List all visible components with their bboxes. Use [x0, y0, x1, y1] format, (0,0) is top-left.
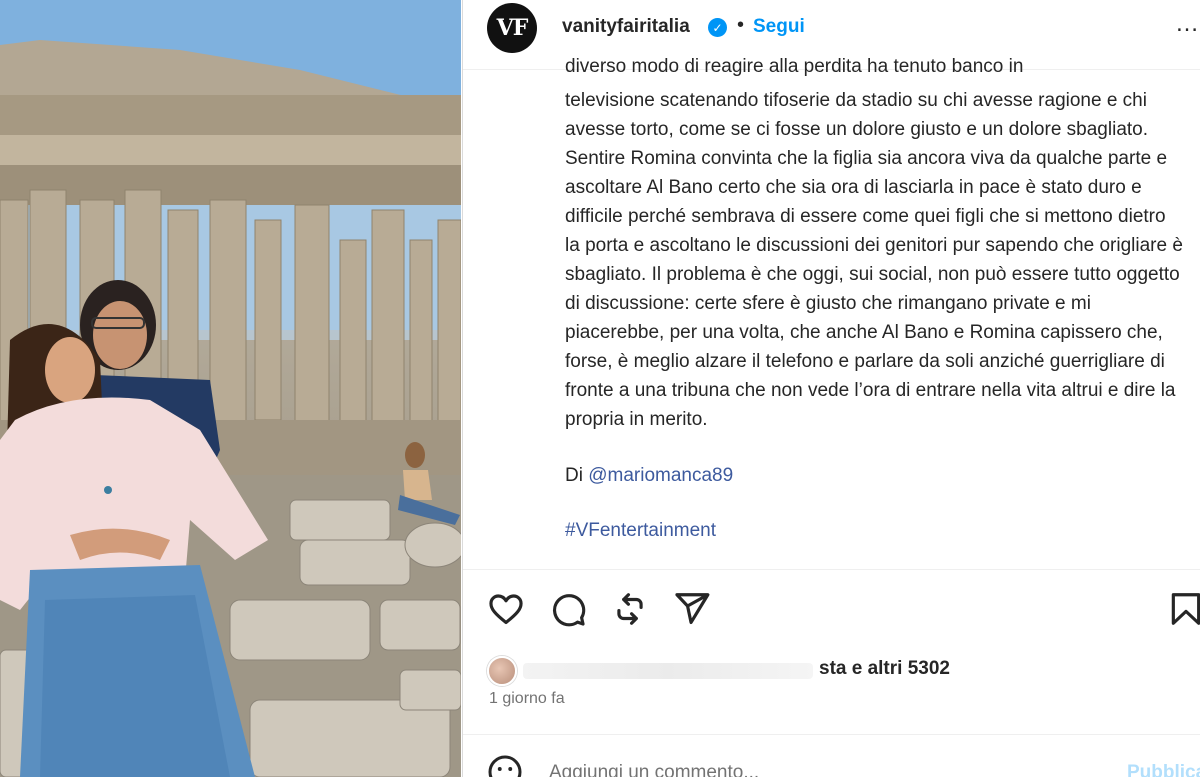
post-timestamp[interactable]: 1 giorno fa — [489, 690, 565, 708]
post-image — [0, 0, 461, 777]
divider — [463, 734, 1200, 735]
send-icon[interactable] — [673, 590, 711, 628]
hashtag-link[interactable]: #VFentertainment — [565, 516, 1185, 545]
byline-prefix: Di — [565, 465, 589, 486]
profile-avatar[interactable]: VF — [487, 3, 537, 53]
liker-avatar — [487, 656, 517, 686]
author-mention-link[interactable]: @mariomanca89 — [588, 465, 733, 486]
post-detail-panel: VF vanityfairitalia ✓ • Segui … diverso … — [462, 0, 1200, 777]
more-options-icon[interactable]: … — [1175, 10, 1199, 38]
emoji-icon[interactable] — [487, 754, 523, 777]
separator-dot: • — [737, 14, 745, 36]
verified-badge-icon: ✓ — [708, 18, 727, 37]
caption-body: televisione scatenando tifoserie da stad… — [565, 90, 1183, 430]
likes-count-text[interactable]: sta e altri 5302 — [819, 658, 950, 680]
caption-byline: Di @mariomanca89 — [565, 461, 1185, 490]
comment-composer: Pubblica — [487, 750, 1200, 777]
heart-icon[interactable] — [487, 590, 525, 628]
comment-icon[interactable] — [549, 590, 587, 628]
post-caption: diverso modo di reagire alla perdita ha … — [565, 58, 1185, 568]
comment-input[interactable] — [549, 762, 1109, 777]
likes-summary[interactable]: sta e altri 5302 — [487, 656, 1187, 686]
publish-button[interactable]: Pubblica — [1127, 762, 1200, 777]
bookmark-icon[interactable] — [1167, 590, 1200, 628]
follow-button[interactable]: Segui — [753, 16, 805, 38]
action-bar — [487, 590, 1200, 630]
redacted-liker-names — [523, 663, 813, 679]
profile-username[interactable]: vanityfairitalia — [562, 16, 690, 38]
divider — [463, 569, 1200, 570]
caption-cut-line: diverso modo di reagire alla perdita ha … — [565, 58, 1024, 77]
parthenon-photo — [0, 0, 461, 777]
repost-icon[interactable] — [611, 590, 649, 628]
